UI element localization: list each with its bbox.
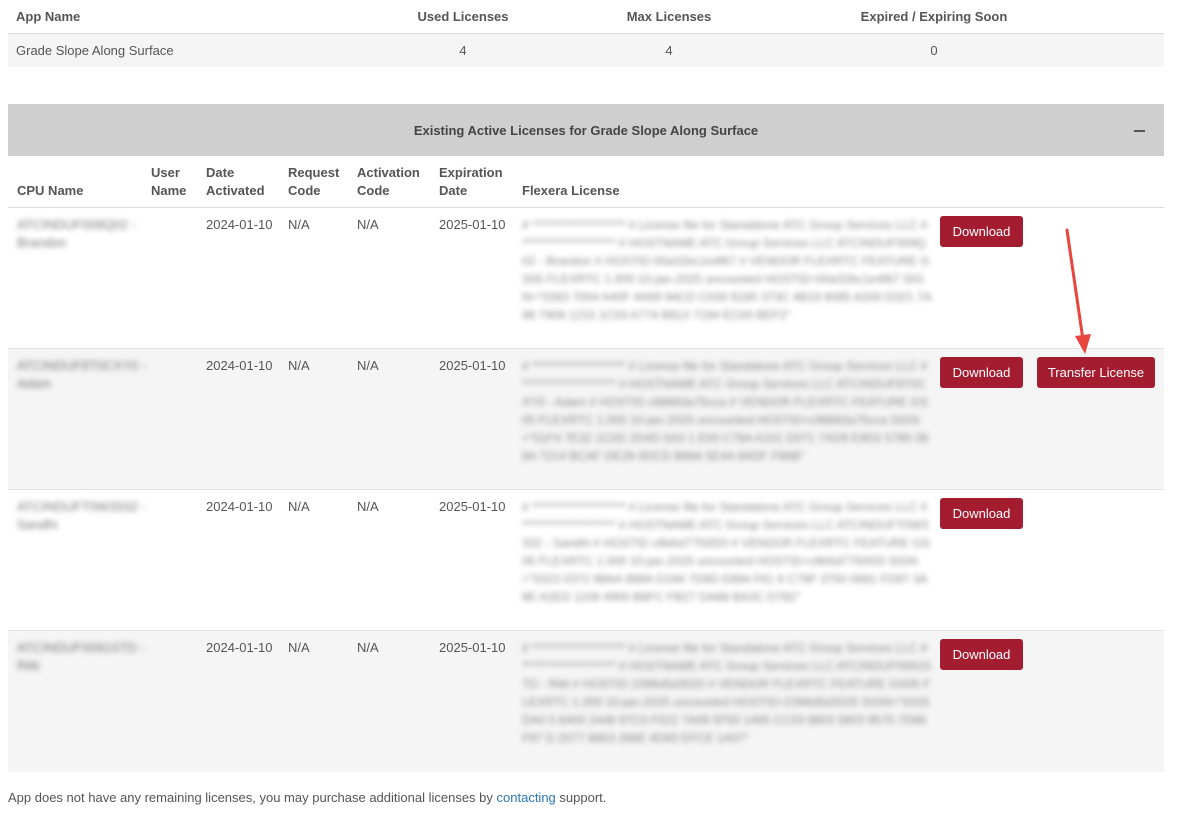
flexera-license-text: # ******************** # License file fo… bbox=[522, 359, 929, 463]
license-row: ATCINDUFT0W3332 - Sandhi 2024-01-10 N/A … bbox=[8, 490, 1164, 631]
summary-app-name: Grade Slope Along Surface bbox=[16, 43, 174, 58]
activation-code: N/A bbox=[357, 640, 379, 655]
expiration-date: 2025-01-10 bbox=[439, 640, 506, 655]
date-activated: 2024-01-10 bbox=[206, 217, 273, 232]
flexera-license-text: # ******************** # License file fo… bbox=[522, 218, 932, 322]
header-activation-line2: Code bbox=[357, 183, 390, 198]
download-button[interactable]: Download bbox=[940, 498, 1023, 529]
transfer-license-button[interactable]: Transfer License bbox=[1037, 357, 1155, 388]
activation-code: N/A bbox=[357, 358, 379, 373]
footer-text-before: App does not have any remaining licenses… bbox=[8, 790, 497, 805]
summary-max: 4 bbox=[665, 43, 673, 58]
header-activation-code: Activation Code bbox=[357, 164, 420, 200]
header-date-line2: Activated bbox=[206, 183, 265, 198]
flexera-license-text: # ******************** # License file fo… bbox=[522, 641, 932, 745]
header-flexera-license: Flexera License bbox=[522, 183, 620, 198]
footer-text-after: support. bbox=[555, 790, 607, 805]
header-date-line1: Date bbox=[206, 165, 235, 180]
flexera-license-text: # ******************** # License file fo… bbox=[522, 500, 930, 604]
date-activated: 2024-01-10 bbox=[206, 358, 273, 373]
minus-icon[interactable] bbox=[1130, 118, 1150, 140]
header-app-name: App Name bbox=[16, 9, 81, 24]
expiration-date: 2025-01-10 bbox=[439, 217, 506, 232]
licenses-header-row: CPU Name User Name Date Activated Reques… bbox=[8, 156, 1164, 208]
download-button[interactable]: Download bbox=[940, 216, 1023, 247]
panel-title: Existing Active Licenses for Grade Slope… bbox=[413, 122, 759, 138]
panel-header[interactable]: Existing Active Licenses for Grade Slope… bbox=[8, 104, 1164, 156]
cpu-name: ATCINDUF0091STD - Ritti bbox=[17, 640, 145, 673]
summary-row: Grade Slope Along Surface 4 4 0 bbox=[8, 34, 1164, 67]
date-activated: 2024-01-10 bbox=[206, 499, 273, 514]
cpu-name: ATCINDUF8T0CXY0 - Adam bbox=[17, 358, 147, 391]
request-code: N/A bbox=[288, 217, 310, 232]
request-code: N/A bbox=[288, 499, 310, 514]
download-button[interactable]: Download bbox=[940, 639, 1023, 670]
footer-message: App does not have any remaining licenses… bbox=[8, 790, 606, 805]
header-user-name-line1: User bbox=[151, 165, 180, 180]
activation-code: N/A bbox=[357, 217, 379, 232]
header-cpu-name: CPU Name bbox=[17, 183, 84, 198]
expiration-date: 2025-01-10 bbox=[439, 358, 506, 373]
header-request-line2: Code bbox=[288, 183, 321, 198]
header-expired: Expired / Expiring Soon bbox=[860, 9, 1008, 24]
summary-used: 4 bbox=[459, 43, 467, 58]
header-expiration-line2: Date bbox=[439, 183, 468, 198]
header-request-line1: Request bbox=[288, 165, 340, 180]
license-row: ATCINDUF8T0CXY0 - Adam 2024-01-10 N/A N/… bbox=[8, 349, 1164, 490]
license-row: ATCINDUF0091STD - Ritti 2024-01-10 N/A N… bbox=[8, 631, 1164, 772]
active-licenses-panel: Existing Active Licenses for Grade Slope… bbox=[8, 104, 1164, 772]
header-used-licenses: Used Licenses bbox=[417, 9, 509, 24]
date-activated: 2024-01-10 bbox=[206, 640, 273, 655]
cpu-name: ATCINDUFT0W3332 - Sandhi bbox=[17, 499, 147, 532]
download-button[interactable]: Download bbox=[940, 357, 1023, 388]
header-expiration-date: Expiration Date bbox=[439, 164, 503, 200]
header-request-code: Request Code bbox=[288, 164, 339, 200]
header-activation-line1: Activation bbox=[357, 165, 420, 180]
license-row: ATCINDUF009Q02 - Brandon 2024-01-10 N/A … bbox=[8, 208, 1164, 349]
header-max-licenses: Max Licenses bbox=[626, 9, 712, 24]
expiration-date: 2025-01-10 bbox=[439, 499, 506, 514]
summary-header-row: App Name Used Licenses Max Licenses Expi… bbox=[8, 0, 1164, 34]
header-expiration-line1: Expiration bbox=[439, 165, 503, 180]
header-user-name-line2: Name bbox=[151, 183, 187, 198]
summary-expired: 0 bbox=[930, 43, 938, 58]
header-user-name: User Name bbox=[151, 164, 186, 200]
contacting-link[interactable]: contacting bbox=[497, 790, 556, 805]
header-date-activated: Date Activated bbox=[206, 164, 265, 200]
license-summary-table: App Name Used Licenses Max Licenses Expi… bbox=[8, 0, 1164, 67]
request-code: N/A bbox=[288, 358, 310, 373]
cpu-name: ATCINDUF009Q02 - Brandon bbox=[17, 217, 136, 250]
request-code: N/A bbox=[288, 640, 310, 655]
activation-code: N/A bbox=[357, 499, 379, 514]
